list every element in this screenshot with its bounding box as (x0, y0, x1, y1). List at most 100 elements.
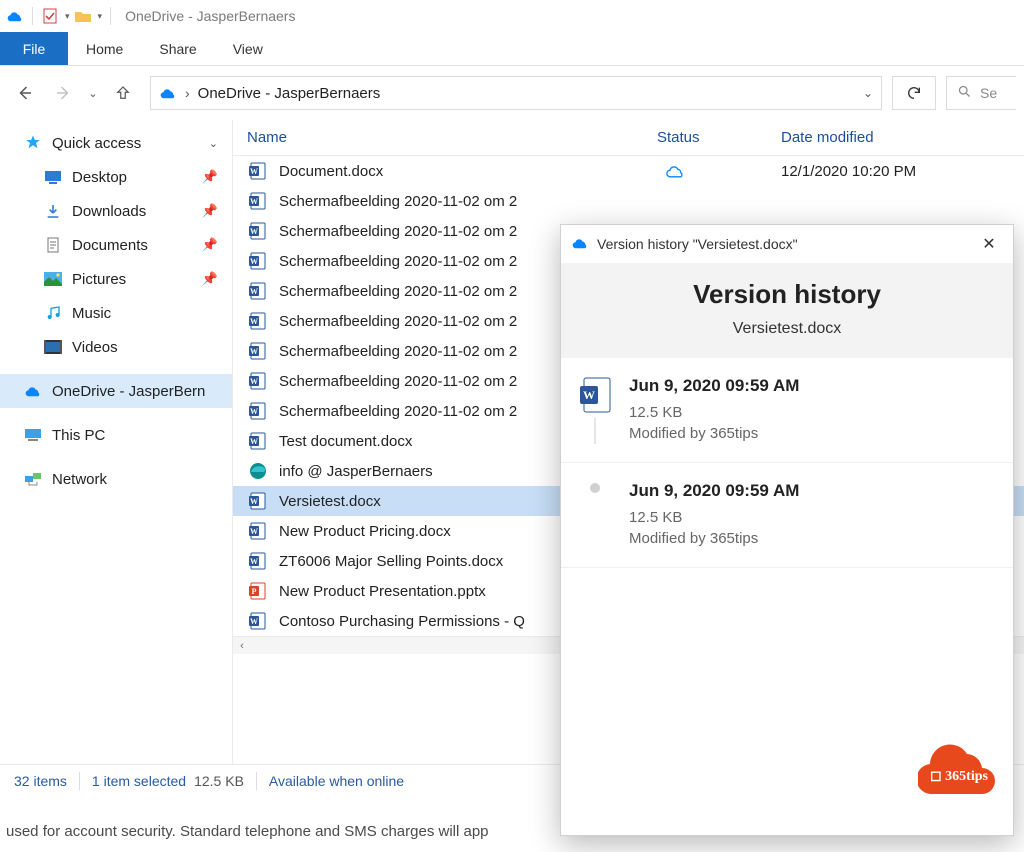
downloads-icon (44, 202, 62, 220)
onedrive-cloud-icon (159, 84, 177, 102)
status-size: 12.5 KB (194, 773, 244, 789)
word-file-icon: W (247, 490, 269, 512)
network-icon (24, 470, 42, 488)
documents-icon (44, 236, 62, 254)
word-file-icon: W (247, 190, 269, 212)
sidebar-item-downloads[interactable]: Downloads 📌 (0, 194, 232, 228)
word-file-icon: W (247, 520, 269, 542)
word-file-icon: W (247, 220, 269, 242)
tab-share[interactable]: Share (141, 32, 214, 65)
breadcrumb[interactable]: OneDrive - JasperBernaers (198, 85, 381, 102)
search-input[interactable]: Se (946, 76, 1016, 110)
checkmark-doc-icon[interactable] (41, 7, 59, 25)
version-date: Jun 9, 2020 09:59 AM (629, 481, 999, 501)
navigation-row: ⌄ › OneDrive - JasperBernaers ⌄ Se (0, 66, 1024, 120)
onedrive-cloud-icon (24, 382, 42, 400)
status-selected: 1 item selected (92, 773, 186, 789)
file-name: Schermafbeelding 2020-11-02 om 2 (279, 193, 657, 210)
word-file-icon: W (578, 376, 612, 414)
scroll-left-icon[interactable]: ‹ (233, 640, 251, 652)
nav-back-button[interactable] (8, 76, 42, 110)
column-header-name[interactable]: Name (247, 129, 657, 146)
sidebar-item-this-pc[interactable]: This PC (0, 418, 232, 452)
folder-icon (74, 7, 92, 25)
file-row[interactable]: W Schermafbeelding 2020-11-02 om 2 (233, 186, 1024, 216)
address-dropdown-icon[interactable]: ⌄ (863, 86, 873, 100)
svg-text:W: W (250, 317, 258, 326)
onedrive-cloud-icon (6, 7, 24, 25)
word-file-icon: W (247, 610, 269, 632)
svg-text:P: P (252, 587, 257, 596)
address-bar[interactable]: › OneDrive - JasperBernaers ⌄ (150, 76, 882, 110)
status-item-count: 32 items (14, 773, 67, 789)
pin-icon: 📌 (202, 203, 218, 219)
version-date: Jun 9, 2020 09:59 AM (629, 376, 999, 396)
sidebar-item-onedrive[interactable]: OneDrive - JasperBern (0, 374, 232, 408)
word-file-icon: W (247, 430, 269, 452)
version-entry[interactable]: Jun 9, 2020 09:59 AM 12.5 KBModified by 3… (561, 463, 1013, 568)
nav-recent-dropdown[interactable]: ⌄ (84, 76, 102, 110)
dialog-title-text: Version history "Versietest.docx" (597, 236, 798, 252)
sidebar-item-videos[interactable]: Videos (0, 330, 232, 364)
file-row[interactable]: WDocument.docx12/1/2020 10:20 PM (233, 156, 1024, 186)
nav-up-button[interactable] (106, 76, 140, 110)
sidebar-item-network[interactable]: Network (0, 462, 232, 496)
svg-text:W: W (250, 227, 258, 236)
desktop-icon (44, 168, 62, 186)
chevron-down-icon[interactable]: ⌄ (209, 137, 218, 150)
navigation-pane: Quick access ⌄ Desktop 📌 Downloads 📌 Doc… (0, 120, 232, 764)
word-file-icon: W (247, 160, 269, 182)
svg-text:W: W (250, 437, 258, 446)
column-header-status[interactable]: Status (657, 129, 781, 146)
sidebar-item-pictures[interactable]: Pictures 📌 (0, 262, 232, 296)
word-file-icon: W (247, 370, 269, 392)
version-modified-by: Modified by 365tips (629, 528, 999, 549)
column-headers: Name Status Date modified (233, 120, 1024, 156)
column-header-date[interactable]: Date modified (781, 129, 1024, 146)
sidebar-quick-access[interactable]: Quick access ⌄ (0, 126, 232, 160)
sidebar-item-desktop[interactable]: Desktop 📌 (0, 160, 232, 194)
tab-file[interactable]: File (0, 32, 68, 65)
tab-home[interactable]: Home (68, 32, 141, 65)
status-availability: Available when online (269, 773, 404, 789)
pc-icon (24, 426, 42, 444)
sidebar-item-documents[interactable]: Documents 📌 (0, 228, 232, 262)
tab-view[interactable]: View (215, 32, 281, 65)
dialog-heading: Version history (571, 279, 1003, 310)
ppt-file-icon: P (247, 580, 269, 602)
sidebar-item-music[interactable]: Music (0, 296, 232, 330)
version-size: 12.5 KB (629, 402, 999, 423)
dialog-header: Version history Versietest.docx (561, 263, 1013, 358)
videos-icon (44, 338, 62, 356)
tips-badge: ◻ 365tips (918, 744, 1000, 798)
refresh-button[interactable] (892, 76, 936, 110)
search-icon (957, 84, 972, 102)
svg-text:W: W (250, 257, 258, 266)
dialog-filename: Versietest.docx (571, 320, 1003, 338)
close-button[interactable]: ✕ (975, 234, 1003, 254)
svg-text:W: W (250, 527, 258, 536)
word-file-icon: W (247, 550, 269, 572)
window-titlebar: ▾ ▾ OneDrive - JasperBernaers (0, 0, 1024, 32)
pin-icon: 📌 (202, 271, 218, 287)
version-size: 12.5 KB (629, 507, 999, 528)
folder-dropdown-icon[interactable]: ▾ (98, 11, 103, 22)
file-status-icon (657, 164, 781, 178)
svg-text:W: W (250, 167, 258, 176)
search-placeholder: Se (980, 85, 997, 101)
dialog-titlebar[interactable]: Version history "Versietest.docx" ✕ (561, 225, 1013, 263)
version-entry[interactable]: W Jun 9, 2020 09:59 AM 12.5 KBModified by … (561, 358, 1013, 463)
word-file-icon: W (247, 340, 269, 362)
svg-text:W: W (250, 557, 258, 566)
star-icon (24, 134, 42, 152)
nav-forward-button (46, 76, 80, 110)
qat-dropdown-icon[interactable]: ▾ (65, 11, 70, 22)
window-title: OneDrive - JasperBernaers (125, 8, 295, 24)
svg-text:W: W (250, 197, 258, 206)
chevron-right-icon: › (185, 85, 190, 101)
music-icon (44, 304, 62, 322)
pin-icon: 📌 (202, 237, 218, 253)
svg-text:W: W (250, 347, 258, 356)
svg-text:W: W (583, 388, 595, 402)
version-modified-by: Modified by 365tips (629, 423, 999, 444)
